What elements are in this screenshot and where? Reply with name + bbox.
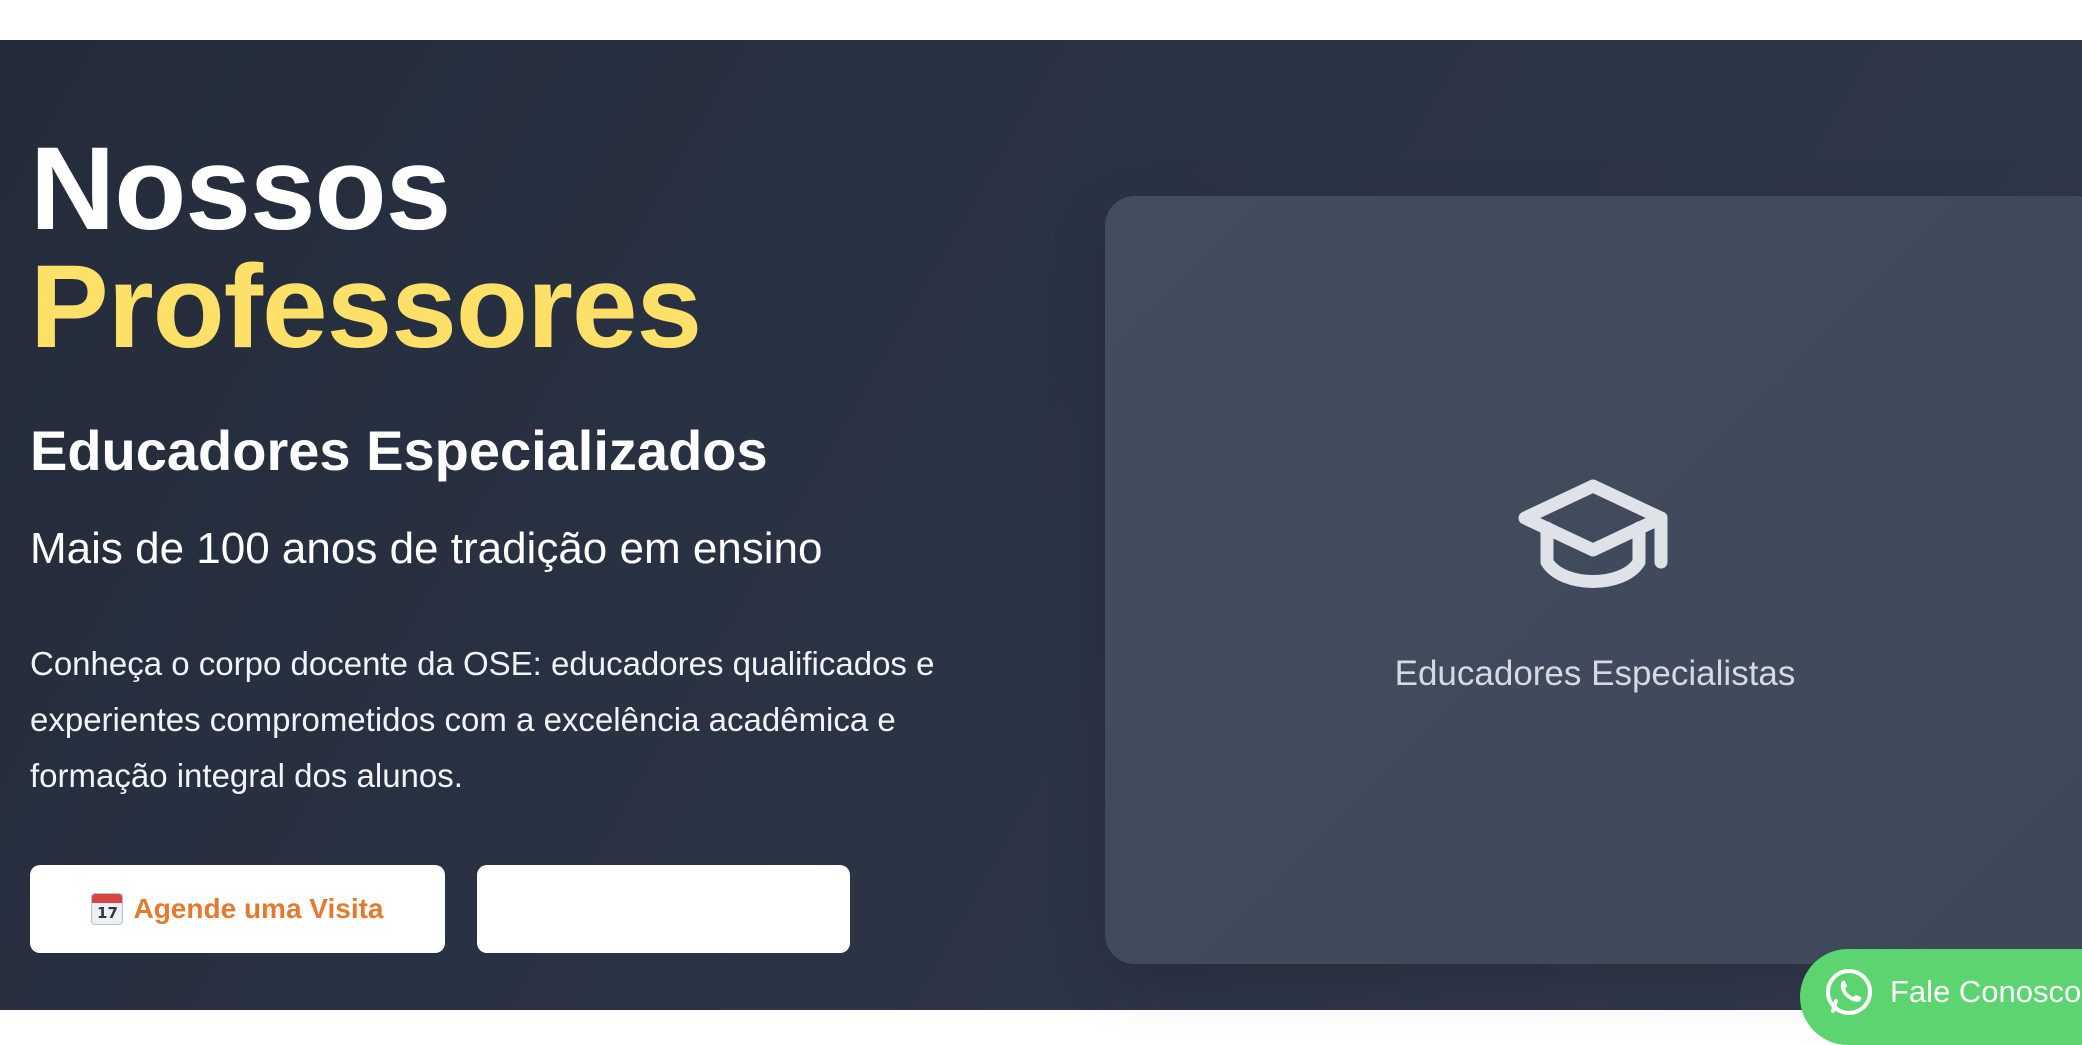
title-line-2: Professores [30,241,702,373]
title-line-1: Nossos [30,123,451,255]
schedule-visit-button[interactable]: Agende uma Visita [30,865,445,953]
hero-tagline: Mais de 100 anos de tradição em ensino [30,524,823,573]
schedule-visit-label: Agende uma Visita [133,893,384,924]
whatsapp-contact-button[interactable]: Fale Conosco [1800,949,2082,1045]
card-label: Educadores Especialistas [1394,654,1796,693]
calendar-icon [91,893,124,925]
hero-subtitle: Educadores Especializados [30,419,768,482]
secondary-button[interactable] [477,865,850,953]
top-bar [0,0,2082,40]
hero-description: Conheça o corpo docente da OSE: educador… [30,645,935,794]
page-title: Nossos Professores [30,123,702,373]
graduation-cap-icon [1518,479,1668,588]
